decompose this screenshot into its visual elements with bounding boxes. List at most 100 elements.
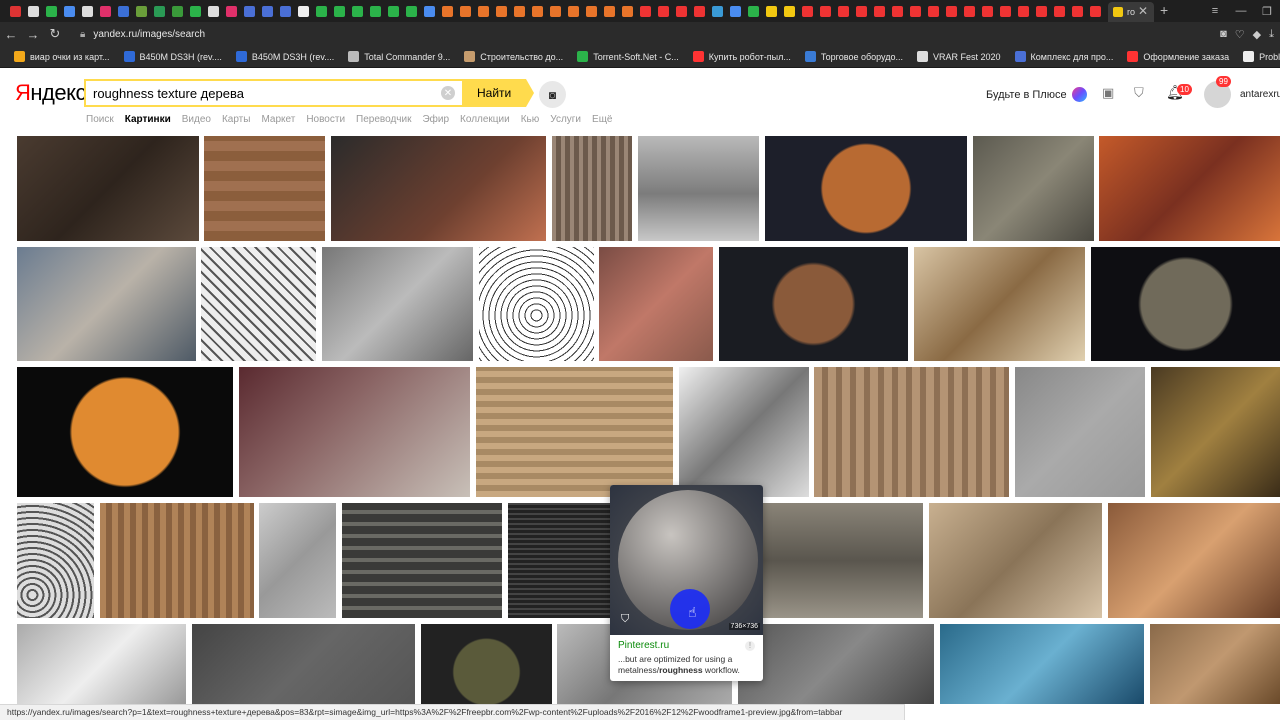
image-thumbnail[interactable] <box>331 136 546 241</box>
camera-icon[interactable]: ◙ <box>1220 28 1227 40</box>
bookmark-item[interactable]: Problem Volume ph... <box>1243 51 1280 62</box>
tab-favicon-icon[interactable] <box>240 0 258 22</box>
tab-favicon-icon[interactable] <box>6 0 24 22</box>
restore-icon[interactable]: ❐ <box>1254 0 1280 22</box>
image-thumbnail[interactable] <box>1099 136 1280 241</box>
tab-favicon-icon[interactable] <box>348 0 366 22</box>
image-thumbnail[interactable] <box>322 247 473 361</box>
image-thumbnail[interactable] <box>763 503 923 618</box>
tab-favicon-icon[interactable] <box>42 0 60 22</box>
tab-favicon-icon[interactable] <box>978 0 996 22</box>
collections-icon[interactable]: ▣ <box>1102 85 1114 101</box>
image-thumbnail[interactable] <box>421 624 552 704</box>
bookmark-item[interactable]: Купить робот-пыл... <box>692 51 791 62</box>
tab-8[interactable]: Коллекции <box>460 114 510 125</box>
bookmark-item[interactable]: виар очки из карт... <box>14 51 110 62</box>
image-thumbnail[interactable] <box>929 503 1102 618</box>
image-thumbnail[interactable] <box>1108 503 1280 618</box>
tab-favicon-icon[interactable] <box>618 0 636 22</box>
plus-promo[interactable]: Будьте в Плюсе <box>986 87 1087 102</box>
image-thumbnail[interactable] <box>1015 367 1145 497</box>
image-thumbnail[interactable] <box>1150 624 1280 704</box>
tab-favicon-icon[interactable] <box>564 0 582 22</box>
image-thumbnail[interactable] <box>17 503 94 618</box>
tab-favicon-icon[interactable] <box>420 0 438 22</box>
image-thumbnail[interactable] <box>17 367 233 497</box>
tab-11[interactable]: Ещё <box>592 114 612 125</box>
clear-icon[interactable]: ✕ <box>441 86 455 100</box>
tab-favicon-icon[interactable] <box>150 0 168 22</box>
tab-favicon-icon[interactable] <box>114 0 132 22</box>
tab-favicon-icon[interactable] <box>600 0 618 22</box>
close-tab-icon[interactable]: ✕ <box>1138 4 1148 18</box>
tab-favicon-icon[interactable] <box>384 0 402 22</box>
image-thumbnail[interactable] <box>940 624 1144 704</box>
image-thumbnail[interactable] <box>239 367 470 497</box>
tab-4[interactable]: Маркет <box>261 114 295 125</box>
tab-2[interactable]: Видео <box>182 114 211 125</box>
tab-favicon-icon[interactable] <box>942 0 960 22</box>
tab-favicon-icon[interactable] <box>1050 0 1068 22</box>
tab-favicon-icon[interactable] <box>744 0 762 22</box>
bookmark-item[interactable]: Оформление заказа <box>1127 51 1229 62</box>
tab-favicon-icon[interactable] <box>168 0 186 22</box>
tab-favicon-icon[interactable] <box>924 0 942 22</box>
search-input[interactable] <box>86 81 462 105</box>
image-thumbnail[interactable] <box>638 136 759 241</box>
tab-10[interactable]: Услуги <box>550 114 581 125</box>
tab-favicon-icon[interactable] <box>1014 0 1032 22</box>
tab-favicon-icon[interactable] <box>870 0 888 22</box>
bookmark-item[interactable]: Торговое оборудо... <box>804 51 903 62</box>
tab-favicon-icon[interactable] <box>132 0 150 22</box>
bookmark-item[interactable]: B450M DS3H (rev.... <box>235 51 334 62</box>
find-button[interactable]: Найти <box>462 79 534 107</box>
tab-favicon-icon[interactable] <box>654 0 672 22</box>
bookmark-item[interactable]: VRAR Fest 2020 <box>917 51 1001 62</box>
image-preview-popup[interactable]: ⛉ 736×736 Pinterest.ru ! ...but are opti… <box>610 485 763 681</box>
tab-favicon-icon[interactable] <box>636 0 654 22</box>
bookmark-item[interactable]: Комплекс для про... <box>1014 51 1113 62</box>
image-thumbnail[interactable] <box>914 247 1085 361</box>
image-thumbnail[interactable] <box>1151 367 1280 497</box>
tab-favicon-icon[interactable] <box>582 0 600 22</box>
tab-favicon-icon[interactable] <box>24 0 42 22</box>
tab-favicon-icon[interactable] <box>672 0 690 22</box>
tab-favicon-icon[interactable] <box>510 0 528 22</box>
tab-favicon-icon[interactable] <box>780 0 798 22</box>
tab-favicon-icon[interactable] <box>204 0 222 22</box>
tab-favicon-icon[interactable] <box>402 0 420 22</box>
tab-favicon-icon[interactable] <box>906 0 924 22</box>
tab-favicon-icon[interactable] <box>294 0 312 22</box>
shield-icon[interactable]: ⛉ <box>1134 85 1144 101</box>
bookmark-item[interactable]: B450M DS3H (rev.... <box>123 51 222 62</box>
download-icon[interactable]: ⤓ <box>1269 28 1274 41</box>
yandex-logo[interactable]: Яндекс <box>15 80 86 106</box>
tab-favicon-icon[interactable] <box>960 0 978 22</box>
image-thumbnail[interactable] <box>1091 247 1280 361</box>
tab-favicon-icon[interactable] <box>888 0 906 22</box>
tab-6[interactable]: Переводчик <box>356 114 411 125</box>
source-link[interactable]: Pinterest.ru <box>618 640 669 651</box>
tab-favicon-icon[interactable] <box>330 0 348 22</box>
image-thumbnail[interactable] <box>599 247 713 361</box>
username[interactable]: antarexru <box>1240 89 1280 100</box>
image-thumbnail[interactable] <box>719 247 908 361</box>
tab-favicon-icon[interactable] <box>312 0 330 22</box>
image-thumbnail[interactable] <box>17 136 199 241</box>
bookmark-item[interactable]: Torrent-Soft.Net - C... <box>577 51 679 62</box>
tab-9[interactable]: Кью <box>521 114 540 125</box>
tab-favicon-icon[interactable] <box>690 0 708 22</box>
tab-favicon-icon[interactable] <box>1032 0 1050 22</box>
tab-favicon-icon[interactable] <box>1068 0 1086 22</box>
tab-favicon-icon[interactable] <box>366 0 384 22</box>
image-thumbnail[interactable] <box>259 503 336 618</box>
bookmark-item[interactable]: Строительство до... <box>464 51 563 62</box>
tab-favicon-icon[interactable] <box>456 0 474 22</box>
image-thumbnail[interactable] <box>479 247 594 361</box>
tab-3[interactable]: Карты <box>222 114 251 125</box>
image-thumbnail[interactable] <box>765 136 967 241</box>
tab-favicon-icon[interactable] <box>726 0 744 22</box>
tab-5[interactable]: Новости <box>306 114 345 125</box>
tab-favicon-icon[interactable] <box>798 0 816 22</box>
tab-favicon-icon[interactable] <box>708 0 726 22</box>
